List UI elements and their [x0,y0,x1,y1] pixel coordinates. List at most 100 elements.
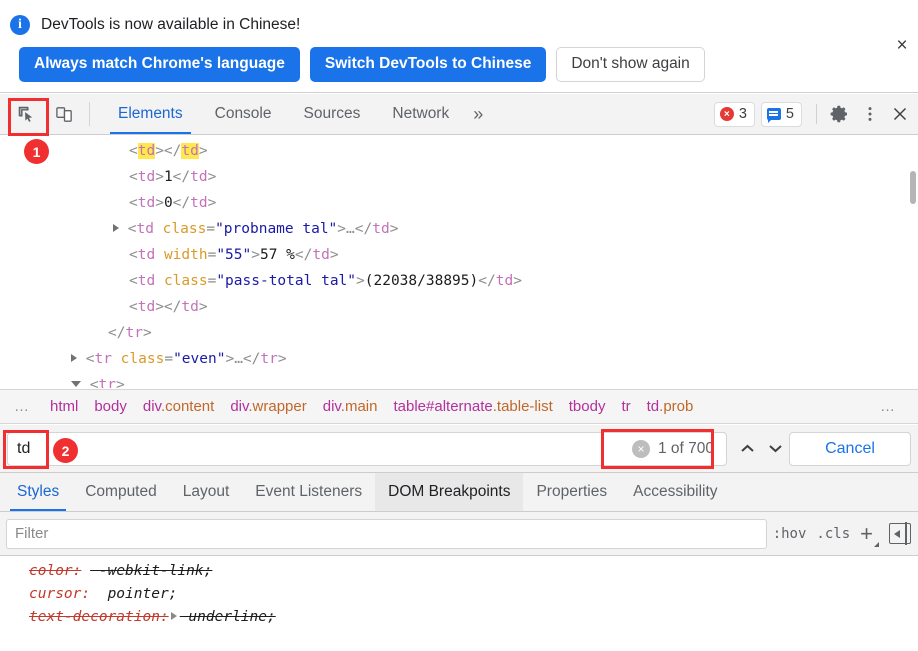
css-property-name[interactable]: color: [29,563,81,579]
chevron-up-icon[interactable] [733,434,761,464]
dom-tree-row[interactable]: <tr> [0,372,918,388]
toolbar-right-group: × 3 5 [713,94,918,134]
inspect-element-icon[interactable] [7,94,45,134]
breadcrumb-item-td[interactable]: td.prob [639,398,702,415]
breadcrumb-overflow-left[interactable]: … [0,398,42,415]
dom-tree-scrollbar[interactable] [910,171,916,204]
more-tabs-icon[interactable]: » [465,94,491,134]
dom-token: 0 [163,195,173,211]
breadcrumb[interactable]: … html body div.content div.wrapper div.main… [0,389,918,424]
plus-icon[interactable]: + [860,522,879,547]
kebab-menu-icon[interactable] [855,99,885,129]
breadcrumb-item-tr[interactable]: tr [613,398,638,415]
error-count-chip[interactable]: × 3 [713,101,755,127]
dom-tree-row[interactable]: <td>0</td> [0,190,918,216]
breadcrumb-item-table-alternate[interactable]: table#alternate.table-list [385,398,560,415]
dom-tree-row[interactable]: </tr> [0,320,918,346]
breadcrumb-class: .wrapper [248,398,307,415]
dom-token: td [137,273,156,289]
breadcrumb-tag: tbody [568,398,606,415]
dom-tree-row[interactable]: <td class="probname tal">…</td> [0,216,918,242]
close-devtools-icon[interactable] [885,99,915,129]
pane-tab-label: Layout [182,483,230,500]
tab-console[interactable]: Console [199,94,288,134]
dom-token: tr [98,377,116,388]
filter-input[interactable] [7,525,766,542]
switch-devtools-language-button[interactable]: Switch DevTools to Chinese [309,47,547,82]
dom-token [112,351,121,367]
dom-tree-panel[interactable]: <td></td> <td>1</td> <td>0</td> <td class=… [0,135,918,388]
dom-token: < [129,273,138,289]
css-declaration[interactable]: color: -webkit-link; [0,560,918,583]
pane-tab-computed[interactable]: Computed [72,473,170,511]
dom-token [155,273,164,289]
css-property-value[interactable]: underline; [180,609,275,625]
css-property-name[interactable]: cursor: [29,586,90,602]
close-icon[interactable]: × [891,34,913,56]
dom-tree-row[interactable]: <tr class="even">…</tr> [0,346,918,372]
breadcrumb-item-div[interactable]: div.content [135,398,222,415]
gear-icon[interactable] [825,99,855,129]
dom-token: > [155,169,164,185]
dom-tree-row[interactable]: <td></td> [0,294,918,320]
breadcrumb-tag: table#alternate [393,398,493,415]
breadcrumb-tag: div [322,398,341,415]
toggle-class-button[interactable]: .cls [816,526,850,542]
dom-tree-row[interactable]: <td class="pass-total tal">(22038/38895)… [0,268,918,294]
message-icon [766,108,781,123]
pane-tab-styles[interactable]: Styles [4,473,72,511]
device-toolbar-icon[interactable] [45,94,83,134]
message-count-chip[interactable]: 5 [760,101,802,127]
breadcrumb-item-tbody[interactable]: tbody [561,398,614,415]
css-closing-brace: } [0,629,918,651]
css-property-value[interactable]: pointer; [99,586,178,602]
breadcrumb-tag: div [230,398,249,415]
dom-token: = [206,221,216,237]
breadcrumb-item-div[interactable]: div.main [315,398,386,415]
search-input[interactable] [8,432,632,465]
breadcrumb-overflow-right[interactable]: … [880,390,918,423]
pane-tab-label: Accessibility [633,483,718,500]
breadcrumb-tag: tr [621,398,631,415]
pane-tab-label: Event Listeners [255,483,363,500]
toggle-element-state-button[interactable]: :hov [773,526,807,542]
dom-token: > [277,351,287,367]
dom-token: td [181,143,199,159]
pane-tab-properties[interactable]: Properties [523,473,620,511]
tab-elements[interactable]: Elements [102,94,199,134]
twisty-collapsed-icon[interactable] [113,224,119,232]
search-input-container[interactable]: × 1 of 700 [7,431,727,466]
filter-input-container[interactable] [6,518,767,549]
css-property-name[interactable]: text-decoration: [29,609,169,625]
css-declaration[interactable]: cursor: pointer; [0,583,918,606]
dom-tree-row[interactable]: <td></td> [0,138,918,164]
search-match-count: 1 of 700 [657,439,714,457]
always-match-language-button[interactable]: Always match Chrome's language [19,47,300,82]
dom-token: (22038/38895) [364,273,479,289]
chevron-down-icon[interactable] [761,434,789,464]
breadcrumb-item-html[interactable]: html [42,398,86,415]
pane-tab-dom-breakpoints[interactable]: DOM Breakpoints [375,473,524,511]
twisty-expanded-icon[interactable] [71,381,81,387]
dom-tree-row[interactable]: <td>1</td> [0,164,918,190]
pane-tab-accessibility[interactable]: Accessibility [620,473,730,511]
css-declaration[interactable]: text-decoration: underline; [0,606,918,629]
twisty-collapsed-icon[interactable] [71,354,77,362]
styles-rules-pane[interactable]: color: -webkit-link; cursor: pointer; text… [0,556,918,651]
toggle-sidebar-icon[interactable] [889,522,911,545]
cancel-search-button[interactable]: Cancel [789,431,911,466]
tab-sources[interactable]: Sources [288,94,377,134]
css-property-value[interactable]: -webkit-link; [90,563,213,579]
tab-network[interactable]: Network [376,94,465,134]
breadcrumb-item-div[interactable]: div.wrapper [222,398,314,415]
dom-token: td [137,247,156,263]
pane-tab-event-listeners[interactable]: Event Listeners [242,473,375,511]
dom-tree-row[interactable]: <td width="55">57 %</td> [0,242,918,268]
clear-search-icon[interactable]: × [631,439,650,458]
dom-token: "even" [173,351,226,367]
pane-tab-layout[interactable]: Layout [170,473,243,511]
dom-token: > [225,351,235,367]
twisty-collapsed-icon[interactable] [170,612,177,620]
dont-show-again-button[interactable]: Don't show again [556,47,705,82]
breadcrumb-item-body[interactable]: body [86,398,135,415]
